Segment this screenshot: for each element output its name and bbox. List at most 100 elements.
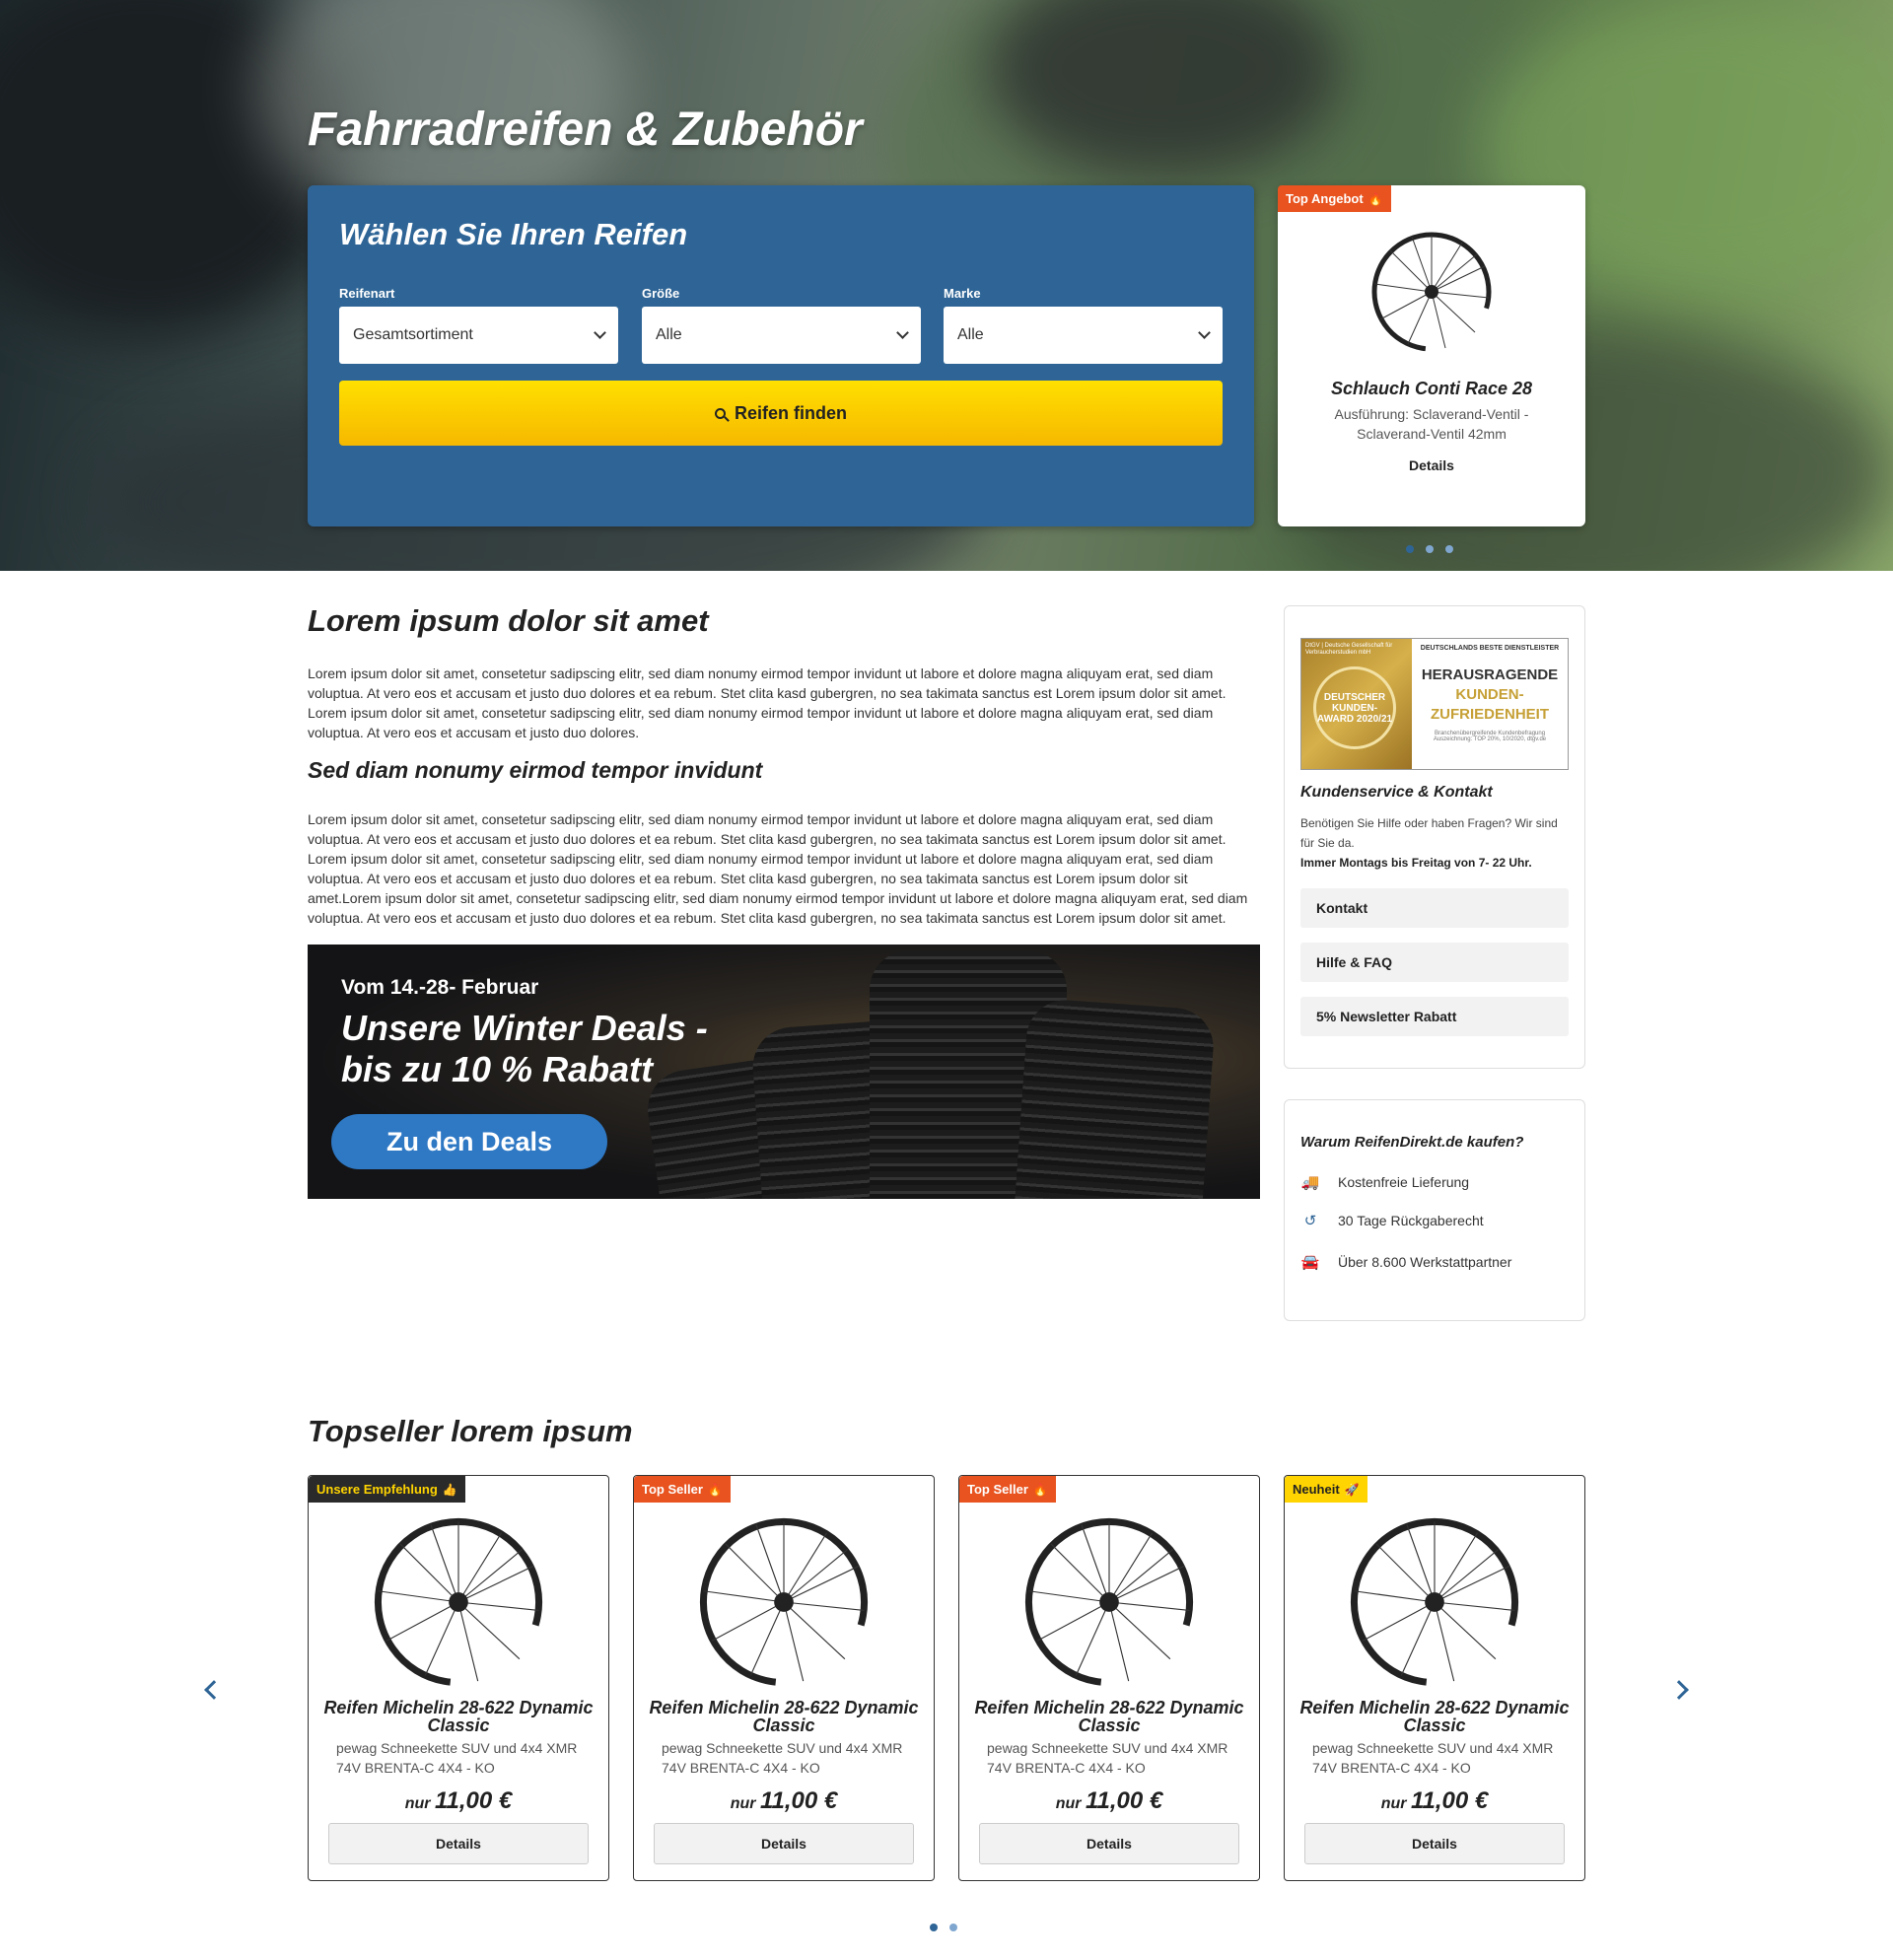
product-badge: Top Seller 🔥 [634, 1476, 731, 1503]
price-prefix: nur [1055, 1795, 1082, 1812]
flame-icon: 🔥 [1032, 1482, 1048, 1497]
hero-title: Fahrradreifen & Zubehör [308, 104, 863, 156]
price-value: 11,00 € [759, 1787, 838, 1814]
carousel-dot[interactable] [930, 1924, 938, 1931]
why-label: Über 8.600 Werkstattpartner [1338, 1254, 1512, 1270]
prev-arrow-icon[interactable] [204, 1680, 224, 1700]
award-line: HERAUSRAGENDE [1421, 666, 1559, 683]
price-prefix: nur [1380, 1795, 1407, 1812]
award-line: KUNDEN- [1455, 686, 1524, 703]
product-card[interactable]: Neuheit 🚀 Reifen Michelin 28-622 Dynamic… [1284, 1475, 1585, 1881]
rocket-icon: 🚀 [1344, 1482, 1360, 1497]
why-title: Warum ReifenDirekt.de kaufen? [1300, 1134, 1524, 1151]
chevron-down-icon [594, 326, 606, 339]
product-price: nur 11,00 € [1285, 1787, 1584, 1815]
product-price: nur 11,00 € [959, 1787, 1259, 1815]
award-org: DtGV | Deutsche Gesellschaft für Verbrau… [1305, 643, 1393, 656]
select-value: Gesamtsortiment [353, 326, 473, 343]
product-name: Reifen Michelin 28-622 Dynamic Classic [649, 1698, 919, 1735]
badge-label: Neuheit [1293, 1482, 1340, 1497]
award-seal: DEUTSCHER KUNDEN-AWARD 2020/21 [1313, 666, 1396, 749]
topseller-title: Topseller lorem ipsum [308, 1414, 633, 1448]
details-button[interactable]: Details [328, 1823, 589, 1864]
offer-description: Ausführung: Sclaverand-Ventil - Sclavera… [1334, 406, 1529, 442]
thumbs-up-icon: 👍 [442, 1482, 457, 1497]
product-name: Reifen Michelin 28-622 Dynamic Classic [1299, 1698, 1570, 1735]
content-paragraph: Lorem ipsum dolor sit amet, consetetur s… [308, 665, 1227, 740]
price-prefix: nur [730, 1795, 756, 1812]
field-groesse: Größe Alle [642, 286, 921, 364]
content-subheading: Sed diam nonumy eirmod tempor invidunt [308, 757, 763, 783]
carousel-dot[interactable] [1445, 545, 1453, 553]
offer-details-link[interactable]: Details [1278, 457, 1585, 473]
find-tires-button[interactable]: Reifen finden [339, 381, 1223, 446]
field-label: Marke [944, 286, 981, 301]
selector-heading: Wählen Sie Ihren Reifen [339, 217, 688, 251]
topseller-carousel-dots [930, 1924, 957, 1931]
carousel-dot[interactable] [1426, 545, 1434, 553]
badge-label: Top Seller [642, 1482, 703, 1497]
find-tires-label: Reifen finden [734, 402, 847, 423]
hero-banner: Fahrradreifen & Zubehör Wählen Sie Ihren… [0, 0, 1893, 571]
field-reifenart: Reifenart Gesamtsortiment [339, 286, 618, 364]
product-card[interactable]: Top Seller 🔥 Reifen Michelin 28-622 Dyna… [633, 1475, 935, 1881]
reifenart-select[interactable]: Gesamtsortiment [339, 307, 618, 364]
details-button[interactable]: Details [654, 1823, 914, 1864]
help-faq-button[interactable]: Hilfe & FAQ [1300, 943, 1569, 982]
wheel-image [374, 1517, 543, 1687]
price-prefix: nur [404, 1795, 431, 1812]
content-paragraph: Lorem ipsum dolor sit amet, consetetur s… [308, 811, 1248, 926]
details-button[interactable]: Details [979, 1823, 1239, 1864]
flame-icon: 🔥 [1367, 191, 1383, 206]
carousel-dot[interactable] [949, 1924, 957, 1931]
product-name: Reifen Michelin 28-622 Dynamic Classic [974, 1698, 1244, 1735]
offer-title: Schlauch Conti Race 28 [1330, 379, 1533, 398]
badge-label: Top Seller [967, 1482, 1028, 1497]
why-item: 🚚 Kostenfreie Lieferung [1300, 1173, 1469, 1191]
service-title: Kundenservice & Kontakt [1300, 784, 1493, 801]
service-text: Benötigen Sie Hilfe oder haben Fragen? W… [1300, 816, 1558, 850]
marke-select[interactable]: Alle [944, 307, 1223, 364]
return-clock-icon: ↺ [1303, 1213, 1317, 1229]
top-offer-badge: Top Angebot 🔥 [1278, 185, 1391, 212]
select-value: Alle [656, 326, 682, 343]
select-value: Alle [957, 326, 984, 343]
product-badge: Top Seller 🔥 [959, 1476, 1056, 1503]
service-hours: Immer Montags bis Freitag von 7- 22 Uhr. [1300, 856, 1532, 870]
product-badge: Unsere Empfehlung 👍 [309, 1476, 465, 1503]
deals-button[interactable]: Zu den Deals [331, 1114, 607, 1169]
customer-award-badge: DtGV | Deutsche Gesellschaft für Verbrau… [1300, 638, 1569, 770]
product-price: nur 11,00 € [634, 1787, 934, 1815]
chevron-down-icon [896, 326, 909, 339]
promo-headline-line: bis zu 10 % Rabatt [341, 1049, 654, 1089]
next-arrow-icon[interactable] [1669, 1680, 1689, 1700]
product-description: pewag Schneekette SUV und 4x4 XMR 74V BR… [662, 1740, 903, 1776]
top-offer-card[interactable]: Top Angebot 🔥 Schlauch Conti Race 28 Aus… [1278, 185, 1585, 526]
search-icon [714, 407, 726, 419]
carousel-dot[interactable] [1406, 545, 1414, 553]
chevron-down-icon [1198, 326, 1211, 339]
content-heading: Lorem ipsum dolor sit amet [308, 603, 709, 638]
contact-button[interactable]: Kontakt [1300, 888, 1569, 928]
product-description: pewag Schneekette SUV und 4x4 XMR 74V BR… [336, 1740, 578, 1776]
product-card[interactable]: Top Seller 🔥 Reifen Michelin 28-622 Dyna… [958, 1475, 1260, 1881]
product-price: nur 11,00 € [309, 1787, 608, 1815]
why-item: ↺ 30 Tage Rückgaberecht [1300, 1212, 1484, 1229]
price-value: 11,00 € [1085, 1787, 1163, 1814]
price-value: 11,00 € [1410, 1787, 1489, 1814]
newsletter-button[interactable]: 5% Newsletter Rabatt [1300, 997, 1569, 1036]
promo-headline: Unsere Winter Deals - bis zu 10 % Rabatt [341, 1008, 708, 1090]
why-label: 30 Tage Rückgaberecht [1338, 1213, 1484, 1228]
badge-label: Top Angebot [1286, 191, 1364, 206]
product-card[interactable]: Unsere Empfehlung 👍 Reifen Michelin 28-6… [308, 1475, 609, 1881]
product-description: pewag Schneekette SUV und 4x4 XMR 74V BR… [1312, 1740, 1554, 1776]
service-card: DtGV | Deutsche Gesellschaft für Verbrau… [1284, 605, 1585, 1069]
product-name: Reifen Michelin 28-622 Dynamic Classic [323, 1698, 594, 1735]
badge-label: Unsere Empfehlung [316, 1482, 438, 1497]
details-button[interactable]: Details [1304, 1823, 1565, 1864]
groesse-select[interactable]: Alle [642, 307, 921, 364]
winter-deals-banner[interactable]: Vom 14.-28- Februar Unsere Winter Deals … [308, 945, 1260, 1199]
award-line: ZUFRIEDENHEIT [1431, 706, 1549, 723]
promo-date: Vom 14.-28- Februar [341, 976, 539, 999]
why-item: 🚘 Über 8.600 Werkstattpartner [1300, 1253, 1512, 1271]
